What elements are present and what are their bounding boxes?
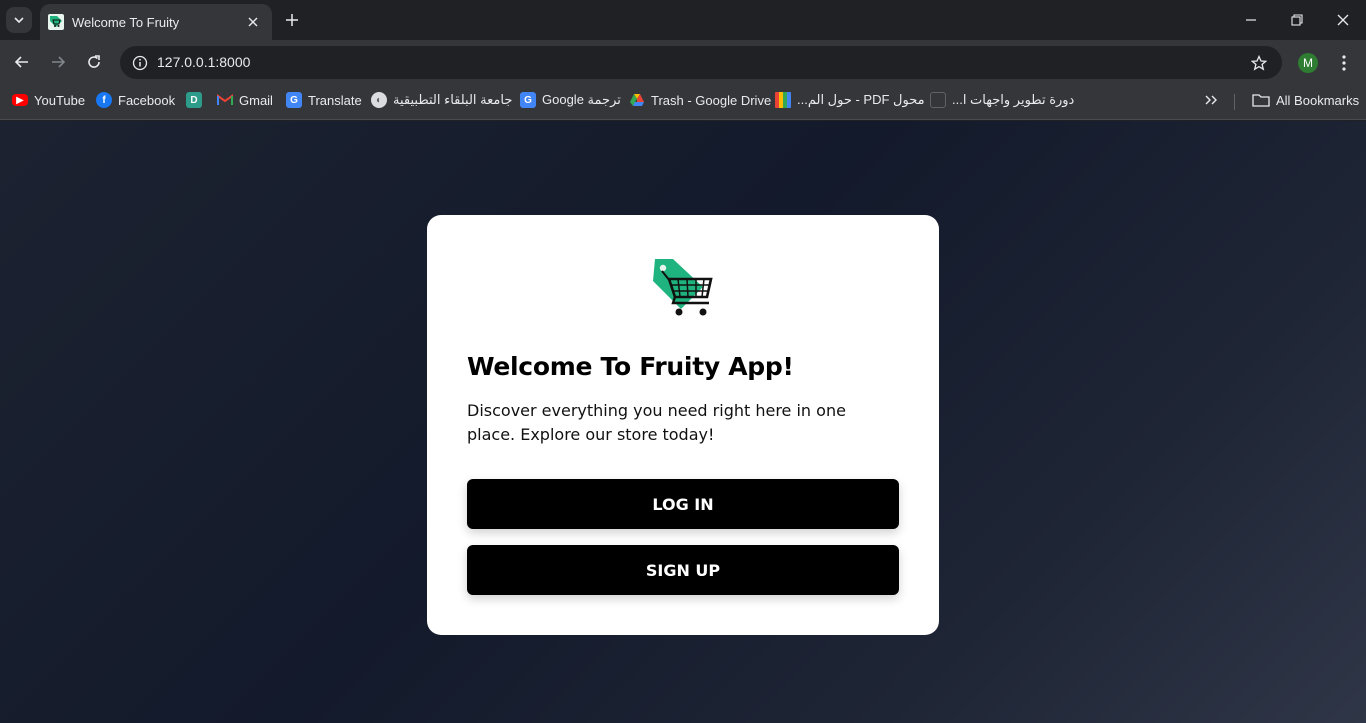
drive-icon: [629, 92, 645, 108]
address-bar[interactable]: 127.0.0.1:8000: [120, 46, 1282, 79]
signup-button[interactable]: SIGN UP: [467, 545, 899, 595]
arrow-right-icon: [52, 56, 66, 68]
active-tab[interactable]: Welcome To Fruity: [40, 4, 272, 40]
page-title: Welcome To Fruity App!: [467, 352, 794, 381]
star-icon: [1251, 55, 1267, 71]
reload-button[interactable]: [80, 48, 108, 76]
double-chevron-right-icon: [1205, 95, 1217, 105]
plus-icon: [286, 14, 298, 26]
bookmark-label: Gmail: [239, 92, 273, 108]
bookmark-label: جامعة البلقاء التطبيقية: [393, 92, 513, 107]
bookmark-label: Google ترجمة: [542, 92, 621, 107]
minimize-icon: [1246, 19, 1256, 21]
bookmark-pdf[interactable]: محول PDF - حول الم...: [775, 91, 925, 109]
youtube-icon: ▶: [12, 94, 28, 106]
bookmark-translate[interactable]: G Translate: [286, 91, 362, 109]
bookmark-drive[interactable]: Trash - Google Drive: [629, 91, 771, 109]
bookmark-course[interactable]: دورة تطوير واجهات ا...: [930, 91, 1074, 109]
tab-search-button[interactable]: [6, 7, 32, 33]
bookmarks-bar: ▶ YouTube f Facebook D Gmail G Translate…: [0, 84, 1366, 120]
back-button[interactable]: [8, 48, 36, 76]
translate-icon: G: [286, 92, 302, 108]
bookmark-youtube[interactable]: ▶ YouTube: [12, 91, 85, 109]
close-icon: [1337, 14, 1349, 26]
all-bookmarks-button[interactable]: All Bookmarks: [1252, 91, 1359, 109]
tab-close-button[interactable]: [244, 13, 262, 31]
welcome-description: Discover everything you need right here …: [467, 401, 846, 444]
reload-icon: [88, 55, 100, 68]
bookmark-label: محول PDF - حول الم...: [797, 92, 925, 107]
site-info-button[interactable]: [128, 51, 152, 75]
profile-avatar[interactable]: M: [1298, 53, 1318, 73]
browser-menu-button[interactable]: [1334, 51, 1354, 75]
close-icon: [248, 17, 258, 27]
bookmarks-divider: [1234, 94, 1235, 110]
chevron-down-icon: [14, 17, 24, 24]
bookmark-label: دورة تطوير واجهات ا...: [952, 92, 1075, 107]
all-bookmarks-label: All Bookmarks: [1276, 92, 1360, 108]
more-bookmarks-button[interactable]: [1204, 91, 1218, 109]
tab-title: Welcome To Fruity: [72, 14, 180, 30]
bookmark-star-button[interactable]: [1248, 52, 1270, 74]
folder-icon: [1252, 94, 1270, 107]
info-icon: [132, 55, 148, 71]
bookmark-facebook[interactable]: f Facebook: [96, 91, 175, 109]
arrow-left-icon: [14, 56, 28, 68]
course-icon: [930, 92, 946, 108]
gmail-icon: [217, 92, 233, 108]
bookmark-label: Translate: [308, 92, 362, 108]
shopping-cart-tag-icon: [653, 259, 713, 316]
bookmark-d[interactable]: D: [186, 91, 208, 109]
page-background: Welcome To Fruity App! Discover everythi…: [0, 121, 1366, 723]
facebook-icon: f: [96, 92, 112, 108]
bookmark-google-translate[interactable]: G Google ترجمة: [520, 91, 621, 109]
minimize-button[interactable]: [1228, 0, 1274, 40]
bookmark-gmail[interactable]: Gmail: [217, 91, 273, 109]
browser-toolbar: 127.0.0.1:8000: [0, 40, 1366, 84]
bookmark-label: YouTube: [34, 92, 86, 108]
more-vertical-icon: [1342, 55, 1346, 71]
bookmark-label: Trash - Google Drive: [651, 92, 772, 108]
bookmark-bau[interactable]: ◐ جامعة البلقاء التطبيقية: [371, 91, 512, 109]
bookmark-label: Facebook: [118, 92, 176, 108]
fruity-favicon-icon: [48, 14, 64, 30]
new-tab-button[interactable]: [281, 9, 303, 31]
globe-icon: ◐: [371, 92, 387, 108]
translate-icon: G: [520, 92, 536, 108]
welcome-card: Welcome To Fruity App! Discover everythi…: [427, 215, 939, 635]
restore-icon: [1291, 14, 1303, 26]
d-icon: D: [186, 92, 202, 108]
pdf-icon: [775, 92, 791, 108]
login-button[interactable]: LOG IN: [467, 479, 899, 529]
close-window-button[interactable]: [1320, 0, 1366, 40]
restore-button[interactable]: [1274, 0, 1320, 40]
tab-strip: Welcome To Fruity: [0, 0, 1366, 40]
forward-button[interactable]: [44, 48, 72, 76]
url-text[interactable]: 127.0.0.1:8000: [157, 54, 250, 70]
